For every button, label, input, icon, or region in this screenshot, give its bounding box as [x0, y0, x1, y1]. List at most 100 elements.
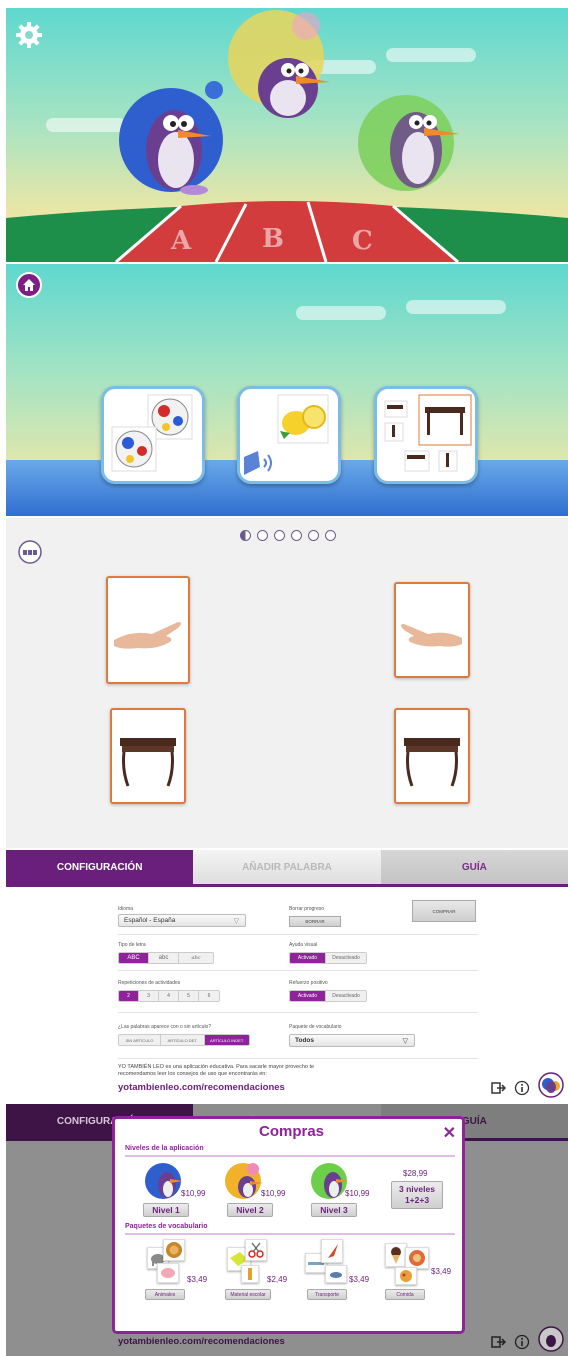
transporte-button[interactable]: Transporte	[307, 1289, 347, 1300]
lion-icon	[166, 1242, 182, 1258]
ayuda-on-option[interactable]: Activado	[290, 953, 326, 963]
borrar-button[interactable]: BORRAR	[289, 916, 341, 927]
refuerzo-off-option[interactable]: Desactivado	[326, 991, 366, 1001]
cloud	[46, 118, 126, 132]
pig-icon	[161, 1268, 175, 1278]
table-puzzle-card[interactable]	[374, 386, 478, 484]
level1-button[interactable]: Nivel 1	[143, 1203, 189, 1217]
penguin-green[interactable]	[356, 88, 466, 198]
cloud	[296, 306, 386, 320]
level2-button[interactable]: Nivel 2	[227, 1203, 273, 1217]
articulo-det-option[interactable]: ARTÍCULO DET.	[161, 1035, 205, 1045]
helicopter-icon	[330, 1272, 342, 1278]
progress-dot	[325, 530, 336, 541]
tab-anadir-palabra[interactable]: AÑADIR PALABRA	[193, 850, 381, 884]
logout-icon[interactable]	[490, 1080, 506, 1096]
recommendations-link[interactable]: yotambienleo.com/recomendaciones	[118, 1082, 285, 1093]
tab-guia[interactable]: GUÍA	[380, 850, 568, 884]
ball-pair-card[interactable]	[101, 386, 205, 484]
paquete-select[interactable]: Todos ▽	[289, 1034, 415, 1047]
recommendations-link: yotambienleo.com/recomendaciones	[118, 1336, 285, 1347]
progress-dot	[274, 530, 285, 541]
progress-dot	[308, 530, 319, 541]
cloud	[386, 48, 476, 62]
ayuda-off-option[interactable]: Desactivado	[326, 953, 366, 963]
paquete-value: Todos	[295, 1037, 315, 1044]
card-table-left[interactable]	[110, 708, 186, 804]
divider	[125, 1155, 455, 1157]
borrar-label: Borrar progreso	[289, 906, 325, 912]
level3-price: $10,99	[345, 1189, 370, 1198]
font-upper-option[interactable]: ABC	[119, 953, 149, 963]
rep-option-6[interactable]: 6	[199, 991, 219, 1001]
font-cursive-option[interactable]: abc	[179, 953, 213, 963]
rep-option-4[interactable]: 4	[159, 991, 179, 1001]
sin-articulo-option[interactable]: SIN ARTÍCULO	[119, 1035, 161, 1045]
lemon-icon	[244, 394, 329, 475]
cloud	[406, 300, 506, 314]
home-button[interactable]	[16, 272, 42, 298]
paquete-label: Paquete de vocabulario	[289, 1024, 342, 1030]
level1-price: $10,99	[181, 1189, 206, 1198]
transport-thumb	[325, 1265, 347, 1283]
card-table-right[interactable]	[394, 708, 470, 804]
purchase-modal: Compras ✕ Niveles de la aplicación $10,9…	[112, 1116, 465, 1334]
food-thumb	[385, 1243, 407, 1267]
articulo-toggle: SIN ARTÍCULO ARTÍCULO DET. ARTÍCULO INDE…	[118, 1034, 250, 1046]
penguin-avatar-icon[interactable]	[538, 1072, 564, 1098]
idioma-label: Idioma	[118, 906, 134, 912]
level3-button[interactable]: Nivel 3	[311, 1203, 357, 1217]
font-lower-option[interactable]: abc	[149, 953, 179, 963]
repeticiones-toggle: 2 3 4 5 6	[118, 990, 220, 1002]
penguin-avatar-icon	[538, 1326, 564, 1352]
divider	[118, 934, 478, 935]
animal-thumb	[157, 1263, 179, 1283]
rep-option-2[interactable]: 2	[119, 991, 139, 1001]
info-icon[interactable]	[514, 1080, 530, 1096]
articulo-label: ¿Las palabras aparece con o sin artículo…	[118, 1024, 212, 1030]
material-price: $2,49	[267, 1275, 288, 1284]
bundle-button[interactable]: 3 niveles 1+2+3	[391, 1181, 443, 1209]
penguin-yellow[interactable]	[226, 8, 336, 128]
articulo-indet-option[interactable]: ARTÍCULO INDET.	[205, 1035, 249, 1045]
track-letter-b: B	[262, 224, 284, 254]
chevron-down-icon: ▽	[402, 1037, 408, 1045]
bundle-line1: 3 niveles	[399, 1184, 435, 1194]
comida-price: $3,49	[431, 1267, 452, 1276]
gear-icon[interactable]	[14, 20, 44, 50]
refuerzo-toggle: Activado Desactivado	[289, 990, 367, 1002]
divider	[125, 1233, 455, 1235]
home-icon	[23, 279, 35, 291]
school-thumb	[241, 1265, 259, 1283]
repeticiones-label: Repeticiones de actividades	[118, 980, 181, 986]
divider	[118, 1058, 478, 1059]
progress-dot	[291, 530, 302, 541]
tab-underline	[6, 884, 568, 887]
material-button[interactable]: Material escolar	[225, 1289, 271, 1300]
scissors-icon	[248, 1242, 264, 1258]
paquetes-label: Paquetes de vocabulario	[125, 1223, 208, 1230]
info-icon	[514, 1334, 530, 1350]
lemon-sound-card[interactable]	[237, 386, 341, 484]
info-text: YO TAMBIÉN LEO es una aplicación educati…	[118, 1064, 315, 1077]
modal-title: Compras	[258, 1123, 325, 1140]
logout-icon	[491, 1336, 506, 1348]
rep-option-5[interactable]: 5	[179, 991, 199, 1001]
level2-price: $10,99	[261, 1189, 286, 1198]
close-icon[interactable]: ✕	[443, 1123, 456, 1143]
chevron-down-icon: ▽	[233, 917, 239, 925]
comida-button[interactable]: Comida	[385, 1289, 425, 1300]
memory-game-screen	[6, 518, 568, 848]
card-hand-right[interactable]	[394, 582, 470, 678]
animales-button[interactable]: Animales	[145, 1289, 185, 1300]
language-select[interactable]: Español - España ▽	[118, 914, 246, 927]
refuerzo-on-option[interactable]: Activado	[290, 991, 326, 1001]
tab-configuracion[interactable]: CONFIGURACIÓN	[6, 850, 194, 884]
rep-option-3[interactable]: 3	[139, 991, 159, 1001]
font-type-toggle: ABC abc abc	[118, 952, 214, 964]
comprar-button[interactable]: COMPRAR	[412, 900, 476, 922]
menu-icon[interactable]	[18, 538, 42, 564]
race-track	[6, 201, 568, 262]
card-hand-left[interactable]	[106, 576, 190, 684]
penguin-blue[interactable]	[116, 78, 226, 198]
